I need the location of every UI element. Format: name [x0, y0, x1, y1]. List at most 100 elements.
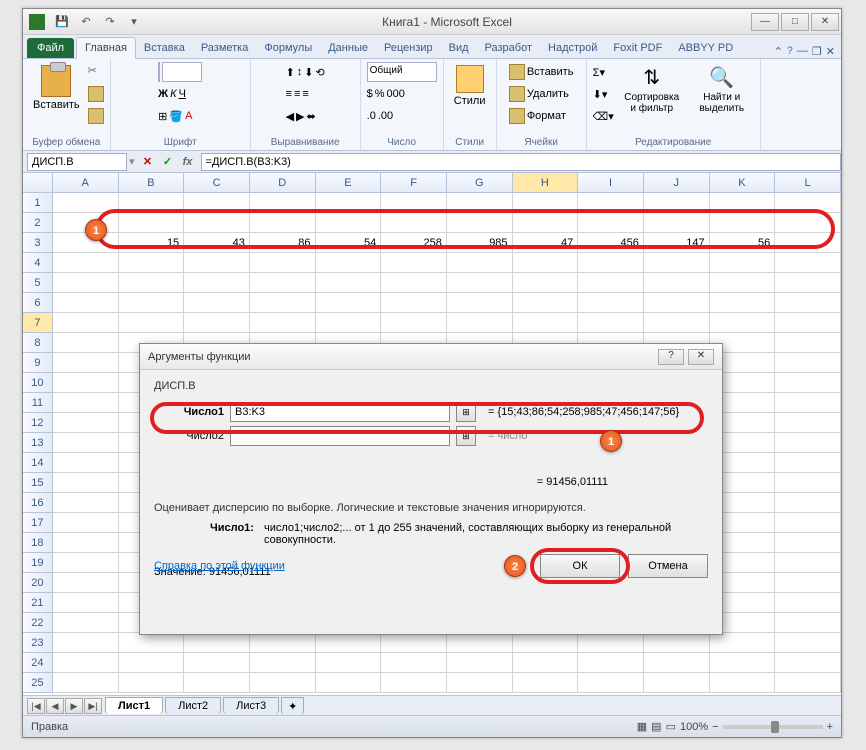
zoom-out-button[interactable]: −: [712, 721, 718, 733]
cell[interactable]: [513, 293, 579, 313]
row-6[interactable]: 6: [23, 293, 53, 313]
cell[interactable]: [644, 633, 710, 653]
col-H[interactable]: H: [513, 173, 579, 192]
cell[interactable]: [710, 193, 776, 213]
cell[interactable]: [710, 273, 776, 293]
cell[interactable]: [119, 653, 185, 673]
arg2-ref-button[interactable]: ⊞: [456, 426, 476, 446]
cell[interactable]: 985: [447, 233, 513, 253]
save-button[interactable]: 💾: [51, 12, 73, 32]
tab-layout[interactable]: Разметка: [193, 38, 257, 58]
cell[interactable]: [513, 633, 579, 653]
cell[interactable]: [250, 653, 316, 673]
cell[interactable]: [53, 593, 119, 613]
row-9[interactable]: 9: [23, 353, 53, 373]
cell[interactable]: [250, 313, 316, 333]
confirm-formula-button[interactable]: ✓: [159, 153, 177, 171]
cell[interactable]: [775, 613, 841, 633]
cell[interactable]: [644, 253, 710, 273]
orientation-button[interactable]: ⟲: [316, 62, 325, 82]
cell[interactable]: [381, 273, 447, 293]
cell[interactable]: [710, 673, 776, 693]
tab-file[interactable]: Файл: [27, 38, 74, 58]
qat-dropdown[interactable]: ▾: [123, 12, 145, 32]
cell[interactable]: [53, 513, 119, 533]
row-24[interactable]: 24: [23, 653, 53, 673]
cell[interactable]: [775, 333, 841, 353]
row-19[interactable]: 19: [23, 553, 53, 573]
cell[interactable]: [316, 253, 382, 273]
cell[interactable]: [381, 633, 447, 653]
row-12[interactable]: 12: [23, 413, 53, 433]
cell[interactable]: [775, 233, 841, 253]
cell[interactable]: [775, 493, 841, 513]
col-L[interactable]: L: [775, 173, 841, 192]
row-22[interactable]: 22: [23, 613, 53, 633]
cell[interactable]: [53, 273, 119, 293]
cell[interactable]: [447, 253, 513, 273]
cell[interactable]: [381, 193, 447, 213]
cell[interactable]: [53, 353, 119, 373]
sheet-tab-1[interactable]: Лист1: [105, 697, 163, 714]
tab-formulas[interactable]: Формулы: [256, 38, 320, 58]
cell[interactable]: [775, 213, 841, 233]
cell[interactable]: [53, 393, 119, 413]
cell[interactable]: [184, 293, 250, 313]
row-17[interactable]: 17: [23, 513, 53, 533]
arg2-input[interactable]: [230, 426, 450, 446]
align-right-button[interactable]: ≡: [302, 84, 308, 104]
ok-button[interactable]: ОК: [540, 554, 620, 578]
cell[interactable]: [775, 673, 841, 693]
fill-color-button[interactable]: 🪣: [169, 106, 183, 126]
cell[interactable]: [53, 333, 119, 353]
paste-button[interactable]: Вставить: [29, 62, 84, 114]
doc-close-icon[interactable]: ✕: [826, 45, 835, 58]
zoom-level[interactable]: 100%: [680, 721, 708, 733]
cell[interactable]: [119, 193, 185, 213]
row-18[interactable]: 18: [23, 533, 53, 553]
tab-home[interactable]: Главная: [76, 37, 136, 59]
cell[interactable]: 258: [381, 233, 447, 253]
cell[interactable]: [53, 253, 119, 273]
cell[interactable]: [250, 253, 316, 273]
cell[interactable]: [775, 253, 841, 273]
row-1[interactable]: 1: [23, 193, 53, 213]
row-5[interactable]: 5: [23, 273, 53, 293]
cell[interactable]: [381, 253, 447, 273]
cell[interactable]: [316, 193, 382, 213]
cell[interactable]: [513, 193, 579, 213]
cell[interactable]: [250, 193, 316, 213]
cell[interactable]: [775, 273, 841, 293]
cell[interactable]: [447, 193, 513, 213]
tab-data[interactable]: Данные: [320, 38, 376, 58]
cell[interactable]: [710, 213, 776, 233]
bold-button[interactable]: Ж: [158, 84, 168, 104]
col-C[interactable]: C: [184, 173, 250, 192]
cell[interactable]: [775, 413, 841, 433]
cell[interactable]: [775, 633, 841, 653]
autosum-button[interactable]: Σ▾: [593, 62, 614, 82]
cell[interactable]: 56: [710, 233, 776, 253]
sheet-tab-3[interactable]: Лист3: [223, 697, 279, 714]
select-all-corner[interactable]: [23, 173, 53, 192]
dialog-titlebar[interactable]: Аргументы функции ? ✕: [140, 344, 722, 370]
font-family-select[interactable]: [158, 62, 160, 82]
cell[interactable]: [53, 233, 119, 253]
cell[interactable]: [316, 653, 382, 673]
cell[interactable]: [513, 653, 579, 673]
cell[interactable]: [447, 673, 513, 693]
row-3[interactable]: 3: [23, 233, 53, 253]
cell[interactable]: 54: [316, 233, 382, 253]
cell[interactable]: [775, 513, 841, 533]
align-bottom-button[interactable]: ⬇: [304, 62, 313, 82]
cell[interactable]: [119, 673, 185, 693]
col-J[interactable]: J: [644, 173, 710, 192]
arg1-ref-button[interactable]: ⊞: [456, 402, 476, 422]
close-button[interactable]: ✕: [811, 13, 839, 31]
sheet-nav-prev[interactable]: ◀: [46, 698, 64, 714]
row-13[interactable]: 13: [23, 433, 53, 453]
cell[interactable]: [775, 313, 841, 333]
namebox-dropdown-icon[interactable]: ▾: [129, 155, 135, 168]
cut-button[interactable]: ✂: [88, 62, 104, 82]
cell[interactable]: [316, 633, 382, 653]
